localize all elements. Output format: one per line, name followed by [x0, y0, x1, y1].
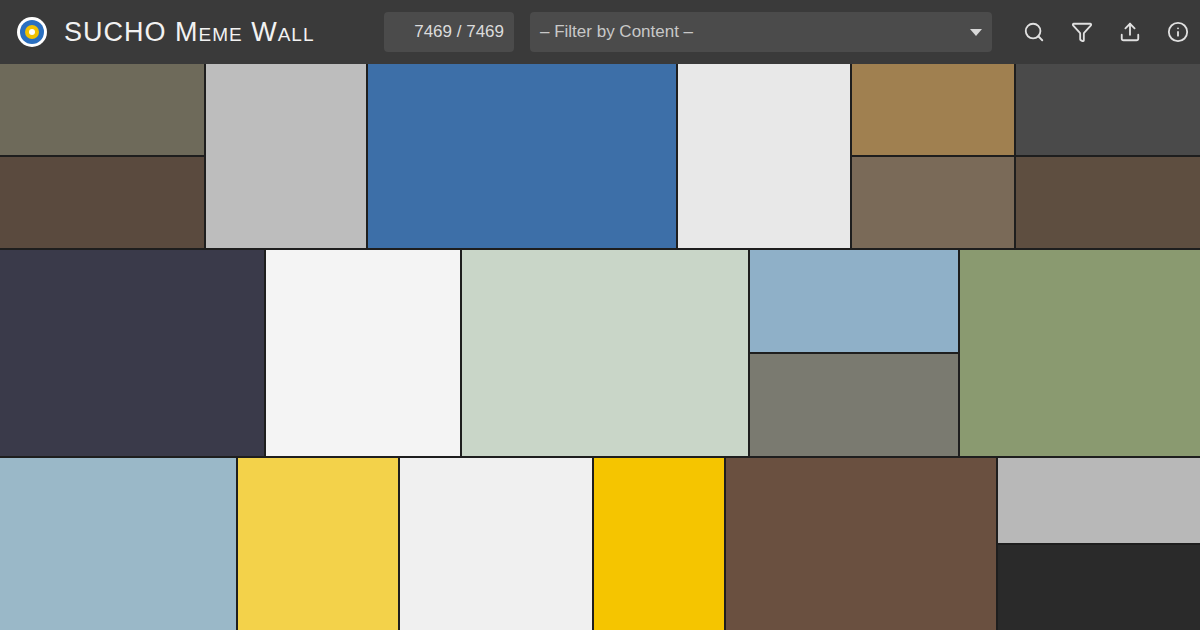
- meme-tile[interactable]: [750, 354, 958, 456]
- meme-grid: [0, 64, 1200, 630]
- item-counter: 7469 / 7469: [384, 12, 514, 52]
- content-filter-select[interactable]: – Filter by Content –: [530, 12, 992, 52]
- meme-tile[interactable]: [726, 458, 996, 630]
- meme-tile[interactable]: [594, 458, 724, 630]
- meme-tile[interactable]: [462, 250, 748, 456]
- brand: SUCHO Meme Wall: [16, 16, 368, 48]
- search-icon: [1023, 21, 1045, 43]
- meme-tile[interactable]: [852, 157, 1014, 248]
- meme-tile[interactable]: [0, 64, 204, 155]
- meme-stack: [0, 64, 204, 248]
- meme-stack: [750, 250, 958, 456]
- caret-icon: [970, 29, 982, 36]
- info-button[interactable]: [1166, 20, 1190, 44]
- meme-tile[interactable]: [998, 545, 1200, 630]
- meme-tile[interactable]: [206, 64, 366, 248]
- upload-button[interactable]: [1118, 20, 1142, 44]
- meme-tile[interactable]: [1016, 157, 1200, 248]
- meme-stack: [998, 458, 1200, 630]
- meme-tile[interactable]: [368, 64, 676, 248]
- meme-tile[interactable]: [0, 250, 264, 456]
- search-button[interactable]: [1022, 20, 1046, 44]
- meme-wall-page: SUCHO Meme Wall 7469 / 7469 – Filter by Co…: [0, 0, 1200, 630]
- meme-tile[interactable]: [0, 157, 204, 248]
- site-title: SUCHO Meme Wall: [64, 17, 314, 48]
- toolbar: [1022, 20, 1190, 44]
- info-icon: [1167, 21, 1189, 43]
- meme-tile[interactable]: [238, 458, 398, 630]
- filter-button[interactable]: [1070, 20, 1094, 44]
- meme-row: [0, 458, 1200, 630]
- meme-tile[interactable]: [750, 250, 958, 352]
- meme-tile[interactable]: [998, 458, 1200, 543]
- meme-tile[interactable]: [266, 250, 460, 456]
- header: SUCHO Meme Wall 7469 / 7469 – Filter by Co…: [0, 0, 1200, 64]
- meme-stack: [852, 64, 1014, 248]
- meme-tile[interactable]: [852, 64, 1014, 155]
- meme-tile[interactable]: [960, 250, 1200, 456]
- meme-tile[interactable]: [678, 64, 850, 248]
- meme-tile[interactable]: [1016, 64, 1200, 155]
- filter-icon: [1071, 21, 1093, 43]
- upload-icon: [1119, 21, 1141, 43]
- meme-tile[interactable]: [400, 458, 592, 630]
- meme-tile[interactable]: [0, 458, 236, 630]
- sucho-logo-icon: [16, 16, 48, 48]
- meme-row: [0, 250, 1200, 456]
- meme-stack: [1016, 64, 1200, 248]
- meme-row: [0, 64, 1200, 248]
